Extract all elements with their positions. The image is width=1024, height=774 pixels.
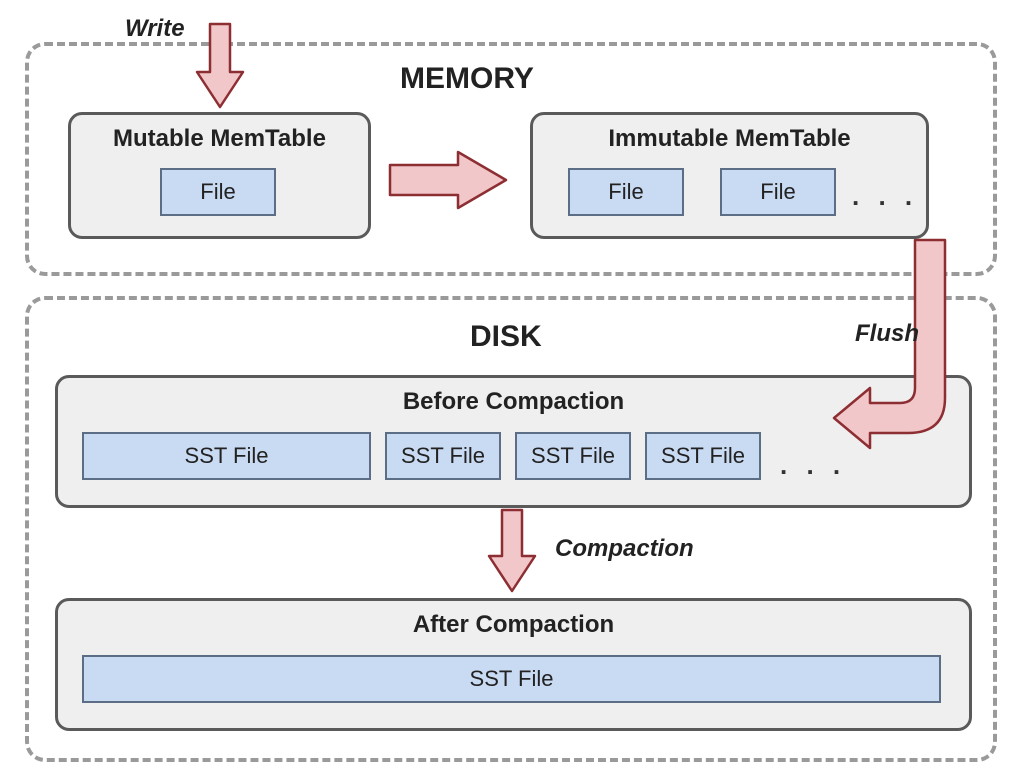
immutable-memtable-title: Immutable MemTable — [533, 125, 926, 153]
compacted-sst-file: SST File — [82, 655, 941, 703]
immutable-ellipsis: . . . — [852, 181, 918, 212]
compaction-label: Compaction — [555, 535, 694, 563]
compaction-arrow-icon — [487, 508, 537, 596]
flush-label: Flush — [855, 320, 919, 348]
immutable-file-1: File — [568, 168, 684, 216]
write-label: Write — [125, 15, 185, 43]
sst-file-1: SST File — [82, 432, 371, 480]
immutable-file-2: File — [720, 168, 836, 216]
memory-region-title: MEMORY — [400, 62, 534, 96]
sst-file-4: SST File — [645, 432, 761, 480]
sst-file-3: SST File — [515, 432, 631, 480]
write-arrow-icon — [195, 22, 245, 112]
flush-arrow-icon — [830, 238, 970, 458]
mutable-memtable-title: Mutable MemTable — [71, 125, 368, 153]
sst-file-2: SST File — [385, 432, 501, 480]
disk-region-title: DISK — [470, 320, 542, 354]
after-compaction-title: After Compaction — [58, 611, 969, 639]
memtable-to-immutable-arrow-icon — [388, 150, 508, 210]
mutable-file: File — [160, 168, 276, 216]
lsm-compaction-diagram: MEMORY DISK Mutable MemTable File Immuta… — [0, 0, 1024, 774]
